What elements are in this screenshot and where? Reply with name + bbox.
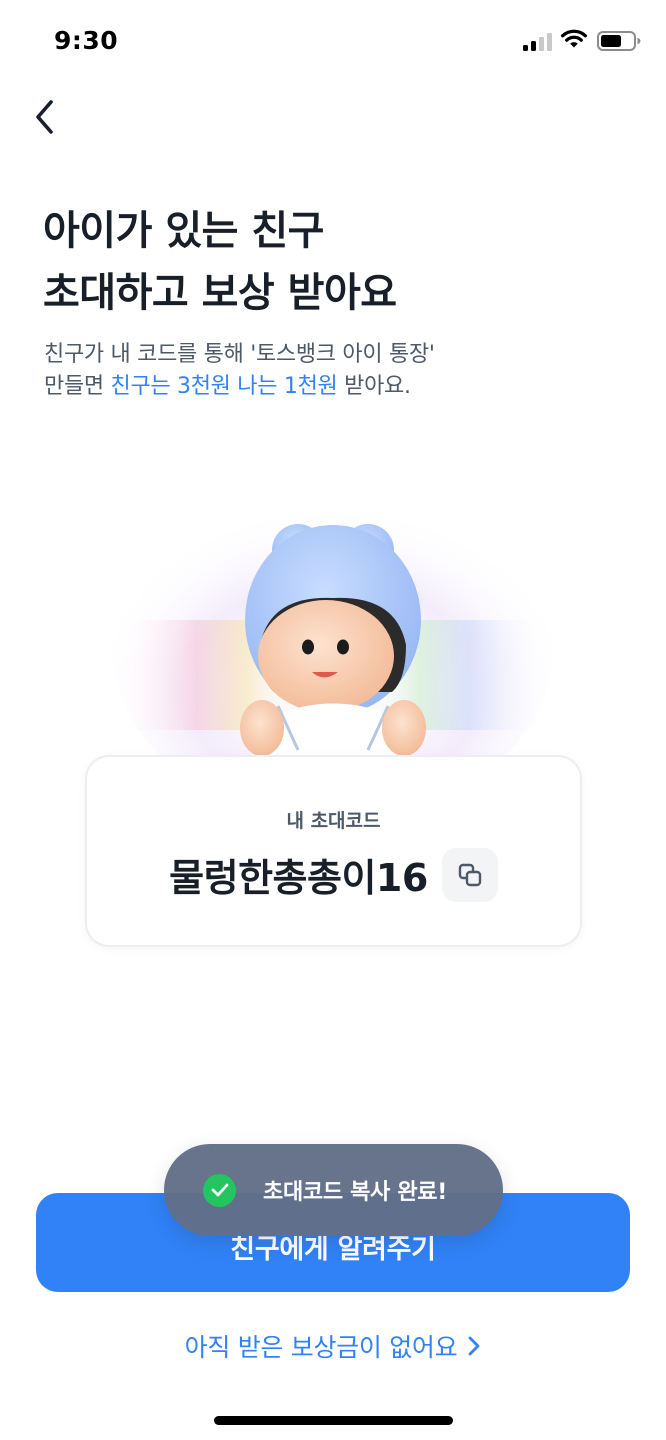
signal-icon	[523, 33, 552, 51]
copy-icon	[458, 863, 482, 886]
subtitle-suffix: 받아요.	[337, 374, 411, 399]
invite-code-value: 물렁한총총이16	[169, 856, 428, 900]
invite-code-row: 물렁한총총이16	[87, 847, 580, 902]
check-circle-icon	[203, 1173, 236, 1207]
back-button[interactable]	[22, 92, 66, 142]
child-character-illustration	[113, 480, 553, 760]
page-title-line-2: 초대하고 보상 받아요	[43, 270, 397, 316]
invite-code-card: 내 초대코드 물렁한총총이16	[85, 755, 582, 947]
chevron-left-icon	[36, 100, 53, 134]
status-time: 9:30	[54, 26, 119, 55]
subtitle-reward-highlight: 친구는 3천원 나는 1천원	[110, 374, 338, 399]
home-indicator	[214, 1416, 453, 1425]
copy-success-toast: 초대코드 복사 완료!	[164, 1144, 503, 1236]
invite-code-label: 내 초대코드	[286, 810, 381, 832]
toast-message: 초대코드 복사 완료!	[263, 1180, 447, 1205]
reward-status-link[interactable]: 아직 받은 보상금이 없어요	[0, 1328, 666, 1364]
page-subtitle: 친구가 내 코드를 통해 '토스뱅크 아이 통장' 만들면 친구는 3천원 나는…	[44, 339, 644, 403]
status-bar: 9:30	[0, 0, 666, 84]
page-title-line-1: 아이가 있는 친구	[43, 208, 324, 254]
copy-code-button[interactable]	[441, 847, 498, 902]
subtitle-prefix: 만들면	[44, 374, 111, 399]
subtitle-line-2: 만들면 친구는 3천원 나는 1천원 받아요.	[44, 371, 644, 403]
chevron-right-icon	[468, 1336, 480, 1356]
battery-icon	[597, 31, 641, 51]
reward-status-text: 아직 받은 보상금이 없어요	[184, 1333, 458, 1362]
page-title: 아이가 있는 친구 초대하고 보상 받아요	[43, 200, 643, 324]
wifi-icon	[561, 29, 587, 48]
subtitle-line-1: 친구가 내 코드를 통해 '토스뱅크 아이 통장'	[44, 342, 435, 367]
